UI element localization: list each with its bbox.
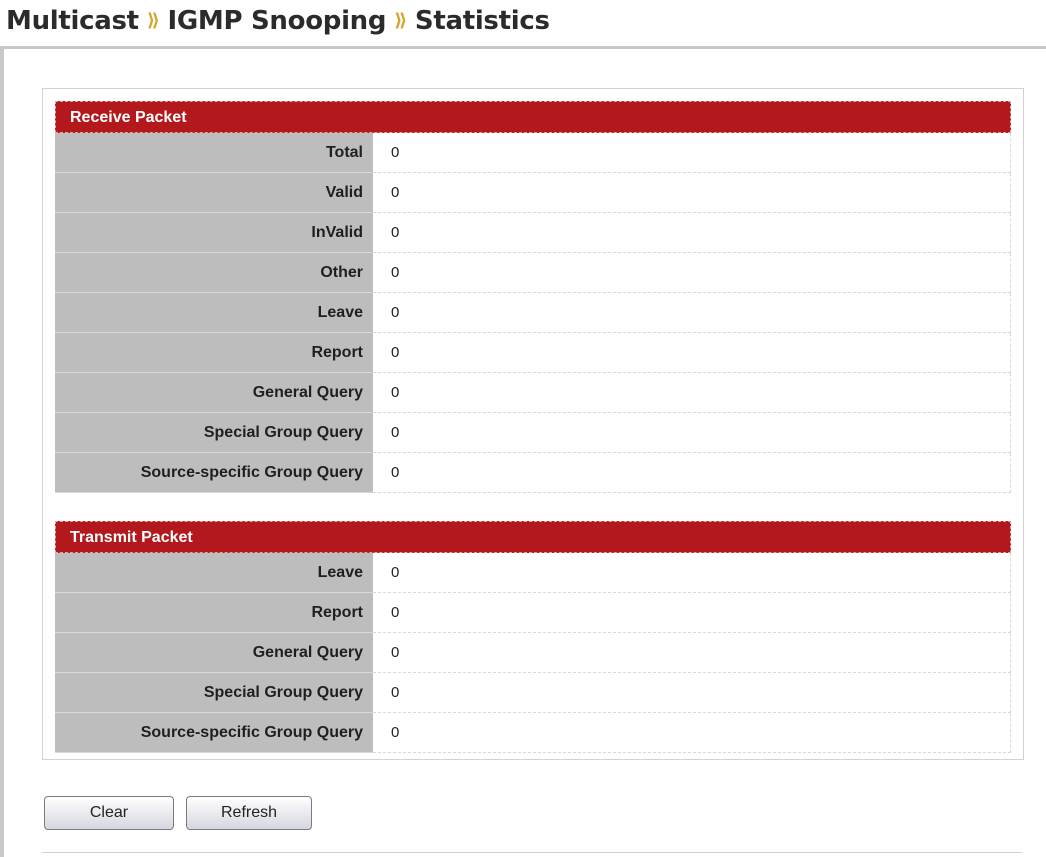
stat-row: Report 0 <box>55 333 1011 373</box>
stat-label: Report <box>55 593 373 633</box>
stat-label: General Query <box>55 373 373 413</box>
stat-value: 0 <box>373 413 1011 453</box>
stat-value: 0 <box>373 453 1011 493</box>
stat-label: Special Group Query <box>55 673 373 713</box>
clear-button[interactable]: Clear <box>44 796 174 830</box>
stat-label: InValid <box>55 213 373 253</box>
stat-label: Valid <box>55 173 373 213</box>
stat-row: Valid 0 <box>55 173 1011 213</box>
stat-label: Source-specific Group Query <box>55 713 373 753</box>
breadcrumb: Multicast ⟫ IGMP Snooping ⟫ Statistics <box>6 6 550 36</box>
breadcrumb-item-igmp-snooping: IGMP Snooping <box>167 6 387 36</box>
stat-label: Source-specific Group Query <box>55 453 373 493</box>
stat-label: Other <box>55 253 373 293</box>
stat-value: 0 <box>373 713 1011 753</box>
stat-value: 0 <box>373 253 1011 293</box>
stat-label: Leave <box>55 293 373 333</box>
stat-row: Special Group Query 0 <box>55 673 1011 713</box>
stat-row: Other 0 <box>55 253 1011 293</box>
refresh-button[interactable]: Refresh <box>186 796 312 830</box>
left-border <box>0 49 4 857</box>
statistics-panel: Receive Packet Total 0 Valid 0 InValid 0 Ot… <box>42 88 1024 760</box>
stat-row: Report 0 <box>55 593 1011 633</box>
transmit-packet-header: Transmit Packet <box>55 521 1011 553</box>
breadcrumb-item-multicast: Multicast <box>6 6 139 36</box>
stat-value: 0 <box>373 213 1011 253</box>
stat-label: General Query <box>55 633 373 673</box>
stat-label: Special Group Query <box>55 413 373 453</box>
stat-value: 0 <box>373 673 1011 713</box>
stat-row: Leave 0 <box>55 293 1011 333</box>
stat-row: General Query 0 <box>55 633 1011 673</box>
stat-value: 0 <box>373 633 1011 673</box>
stat-label: Total <box>55 133 373 173</box>
stat-row: General Query 0 <box>55 373 1011 413</box>
stat-row: Source-specific Group Query 0 <box>55 453 1011 493</box>
receive-packet-header: Receive Packet <box>55 101 1011 133</box>
stat-value: 0 <box>373 293 1011 333</box>
breadcrumb-item-statistics: Statistics <box>414 6 550 36</box>
stat-row: Source-specific Group Query 0 <box>55 713 1011 753</box>
stat-value: 0 <box>373 173 1011 213</box>
stat-value: 0 <box>373 373 1011 413</box>
stat-value: 0 <box>373 333 1011 373</box>
stat-value: 0 <box>373 133 1011 173</box>
stat-value: 0 <box>373 593 1011 633</box>
stat-row: Leave 0 <box>55 553 1011 593</box>
stat-value: 0 <box>373 553 1011 593</box>
stat-label: Leave <box>55 553 373 593</box>
receive-packet-section: Receive Packet Total 0 Valid 0 InValid 0 Ot… <box>55 101 1011 493</box>
stat-row: InValid 0 <box>55 213 1011 253</box>
breadcrumb-separator-icon: ⟫ <box>394 10 407 31</box>
transmit-packet-section: Transmit Packet Leave 0 Report 0 General Q… <box>55 521 1011 753</box>
stat-row: Special Group Query 0 <box>55 413 1011 453</box>
breadcrumb-separator-icon: ⟫ <box>146 10 160 31</box>
bottom-divider <box>42 852 1022 853</box>
stat-label: Report <box>55 333 373 373</box>
title-bar: Multicast ⟫ IGMP Snooping ⟫ Statistics <box>0 0 1046 49</box>
stat-row: Total 0 <box>55 133 1011 173</box>
